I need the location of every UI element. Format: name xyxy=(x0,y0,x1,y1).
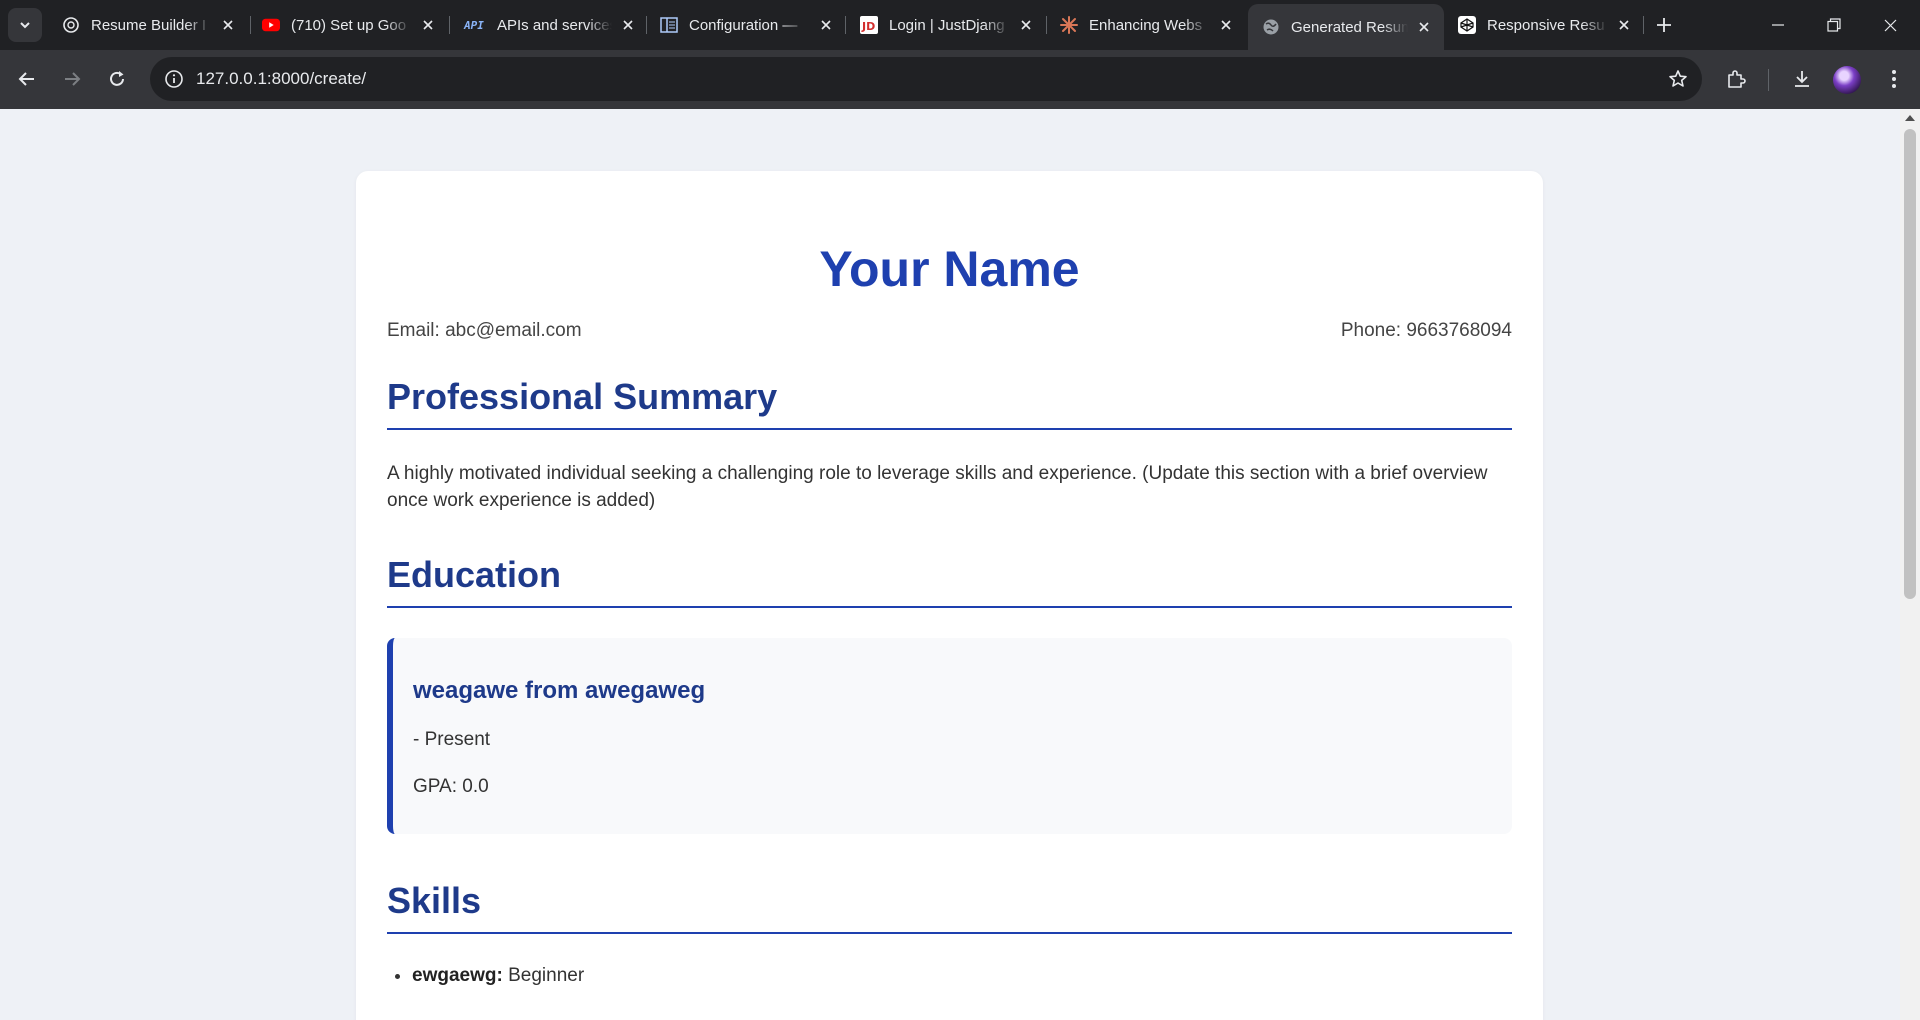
tab-justdjango[interactable]: JD Login | JustDjang xyxy=(846,6,1046,44)
tab-title: Generated Resum xyxy=(1291,18,1408,36)
contact-email: Email: abc@email.com xyxy=(387,320,582,341)
tab-title: Login | JustDjang xyxy=(889,16,1005,34)
summary-text: A highly motivated individual seeking a … xyxy=(387,463,1488,511)
education-item: weagawe from awegaweg - Present GPA: 0.0 xyxy=(387,638,1512,834)
tab-apis-services[interactable]: API APIs and services xyxy=(448,6,648,44)
config-icon xyxy=(660,16,678,34)
skills-list: ewgaewg: Beginner xyxy=(387,964,1512,988)
tab-strip: Resume Builder I (710) Set up Goo API AP… xyxy=(0,0,1920,50)
chevron-down-icon xyxy=(20,22,30,29)
section-title-skills: Skills xyxy=(387,878,1512,934)
minimize-button[interactable] xyxy=(1748,0,1808,50)
downloads-button[interactable] xyxy=(1784,61,1820,97)
browser-toolbar: 127.0.0.1:8000/create/ xyxy=(0,50,1920,109)
url-text[interactable]: 127.0.0.1:8000/create/ xyxy=(196,57,366,101)
close-icon[interactable] xyxy=(218,15,238,35)
close-icon[interactable] xyxy=(418,15,438,35)
extensions-button[interactable] xyxy=(1718,61,1754,97)
download-icon xyxy=(1795,71,1809,87)
contact-row: Email: abc@email.com Phone: 9663768094 xyxy=(387,319,1512,343)
tab-title: Configuration — xyxy=(689,16,798,34)
page-scrollbar[interactable] xyxy=(1900,109,1920,1020)
tab-responsive-resume[interactable]: Responsive Resu xyxy=(1444,6,1644,44)
close-icon xyxy=(1884,19,1896,31)
bookmark-star-icon[interactable] xyxy=(1666,67,1690,91)
arrow-left-icon xyxy=(18,72,34,86)
tab-enhancing-website[interactable]: Enhancing Webs xyxy=(1046,6,1246,44)
tab-title: APIs and services xyxy=(497,16,612,34)
education-gpa: GPA: 0.0 xyxy=(413,776,489,797)
skill-level: Beginner xyxy=(508,965,585,986)
address-bar[interactable]: 127.0.0.1:8000/create/ xyxy=(150,57,1702,101)
toolbar-divider xyxy=(1768,69,1769,91)
close-icon[interactable] xyxy=(1414,17,1434,37)
more-vertical-icon xyxy=(1892,70,1896,88)
tab-title: Responsive Resu xyxy=(1487,16,1605,34)
resume-card: Your Name Email: abc@email.com Phone: 96… xyxy=(356,171,1543,1020)
arrow-right-icon xyxy=(65,72,81,86)
restore-button[interactable] xyxy=(1804,0,1864,50)
site-info-icon[interactable] xyxy=(162,67,186,91)
tab-generated-resume[interactable]: Generated Resum xyxy=(1248,4,1444,50)
close-icon[interactable] xyxy=(618,15,638,35)
close-icon[interactable] xyxy=(1614,15,1634,35)
plus-icon xyxy=(1657,18,1671,32)
close-icon[interactable] xyxy=(1216,15,1236,35)
close-icon[interactable] xyxy=(816,15,836,35)
tab-search-button[interactable] xyxy=(8,8,42,42)
reload-button[interactable] xyxy=(99,61,135,97)
puzzle-icon xyxy=(1728,70,1746,88)
reload-icon xyxy=(110,71,124,86)
globe-icon xyxy=(1262,18,1280,36)
close-window-button[interactable] xyxy=(1860,0,1920,50)
close-icon[interactable] xyxy=(1016,15,1036,35)
skill-name: ewgaewg: xyxy=(412,965,503,986)
section-title-education: Education xyxy=(387,552,1512,608)
tab-resume-builder[interactable]: Resume Builder I xyxy=(48,6,248,44)
back-button[interactable] xyxy=(9,61,45,97)
api-icon: API xyxy=(464,18,484,32)
new-tab-button[interactable] xyxy=(1650,11,1678,39)
contact-phone: Phone: 9663768094 xyxy=(1340,320,1512,341)
codepen-icon xyxy=(1458,16,1476,34)
tab-title: (710) Set up Goo xyxy=(291,16,407,34)
section-title-summary: Professional Summary xyxy=(387,374,1512,430)
menu-button[interactable] xyxy=(1876,61,1912,97)
tab-title: Resume Builder I xyxy=(91,16,207,34)
restore-icon xyxy=(1827,18,1841,32)
tab-configuration[interactable]: Configuration — xyxy=(646,6,846,44)
justdjango-icon: JD xyxy=(860,16,878,34)
profile-avatar[interactable] xyxy=(1833,66,1861,94)
resume-name: Your Name xyxy=(819,241,1080,297)
openai-icon xyxy=(62,16,80,34)
claude-icon xyxy=(1060,16,1078,34)
tab-title: Enhancing Webs xyxy=(1089,16,1203,34)
forward-button[interactable] xyxy=(54,61,90,97)
scroll-up-arrow-icon[interactable] xyxy=(1905,115,1915,121)
skill-item: ewgaewg: Beginner xyxy=(412,964,1512,988)
youtube-icon xyxy=(262,16,280,34)
education-dates: - Present xyxy=(413,729,491,750)
tab-youtube[interactable]: (710) Set up Goo xyxy=(248,6,448,44)
tab-divider xyxy=(1643,16,1644,34)
svg-text:JD: JD xyxy=(861,20,875,33)
page-viewport: Your Name Email: abc@email.com Phone: 96… xyxy=(0,109,1920,1020)
minimize-icon xyxy=(1772,24,1784,26)
scrollbar-thumb[interactable] xyxy=(1904,129,1916,599)
education-title: weagawe from awegaweg xyxy=(413,677,706,704)
